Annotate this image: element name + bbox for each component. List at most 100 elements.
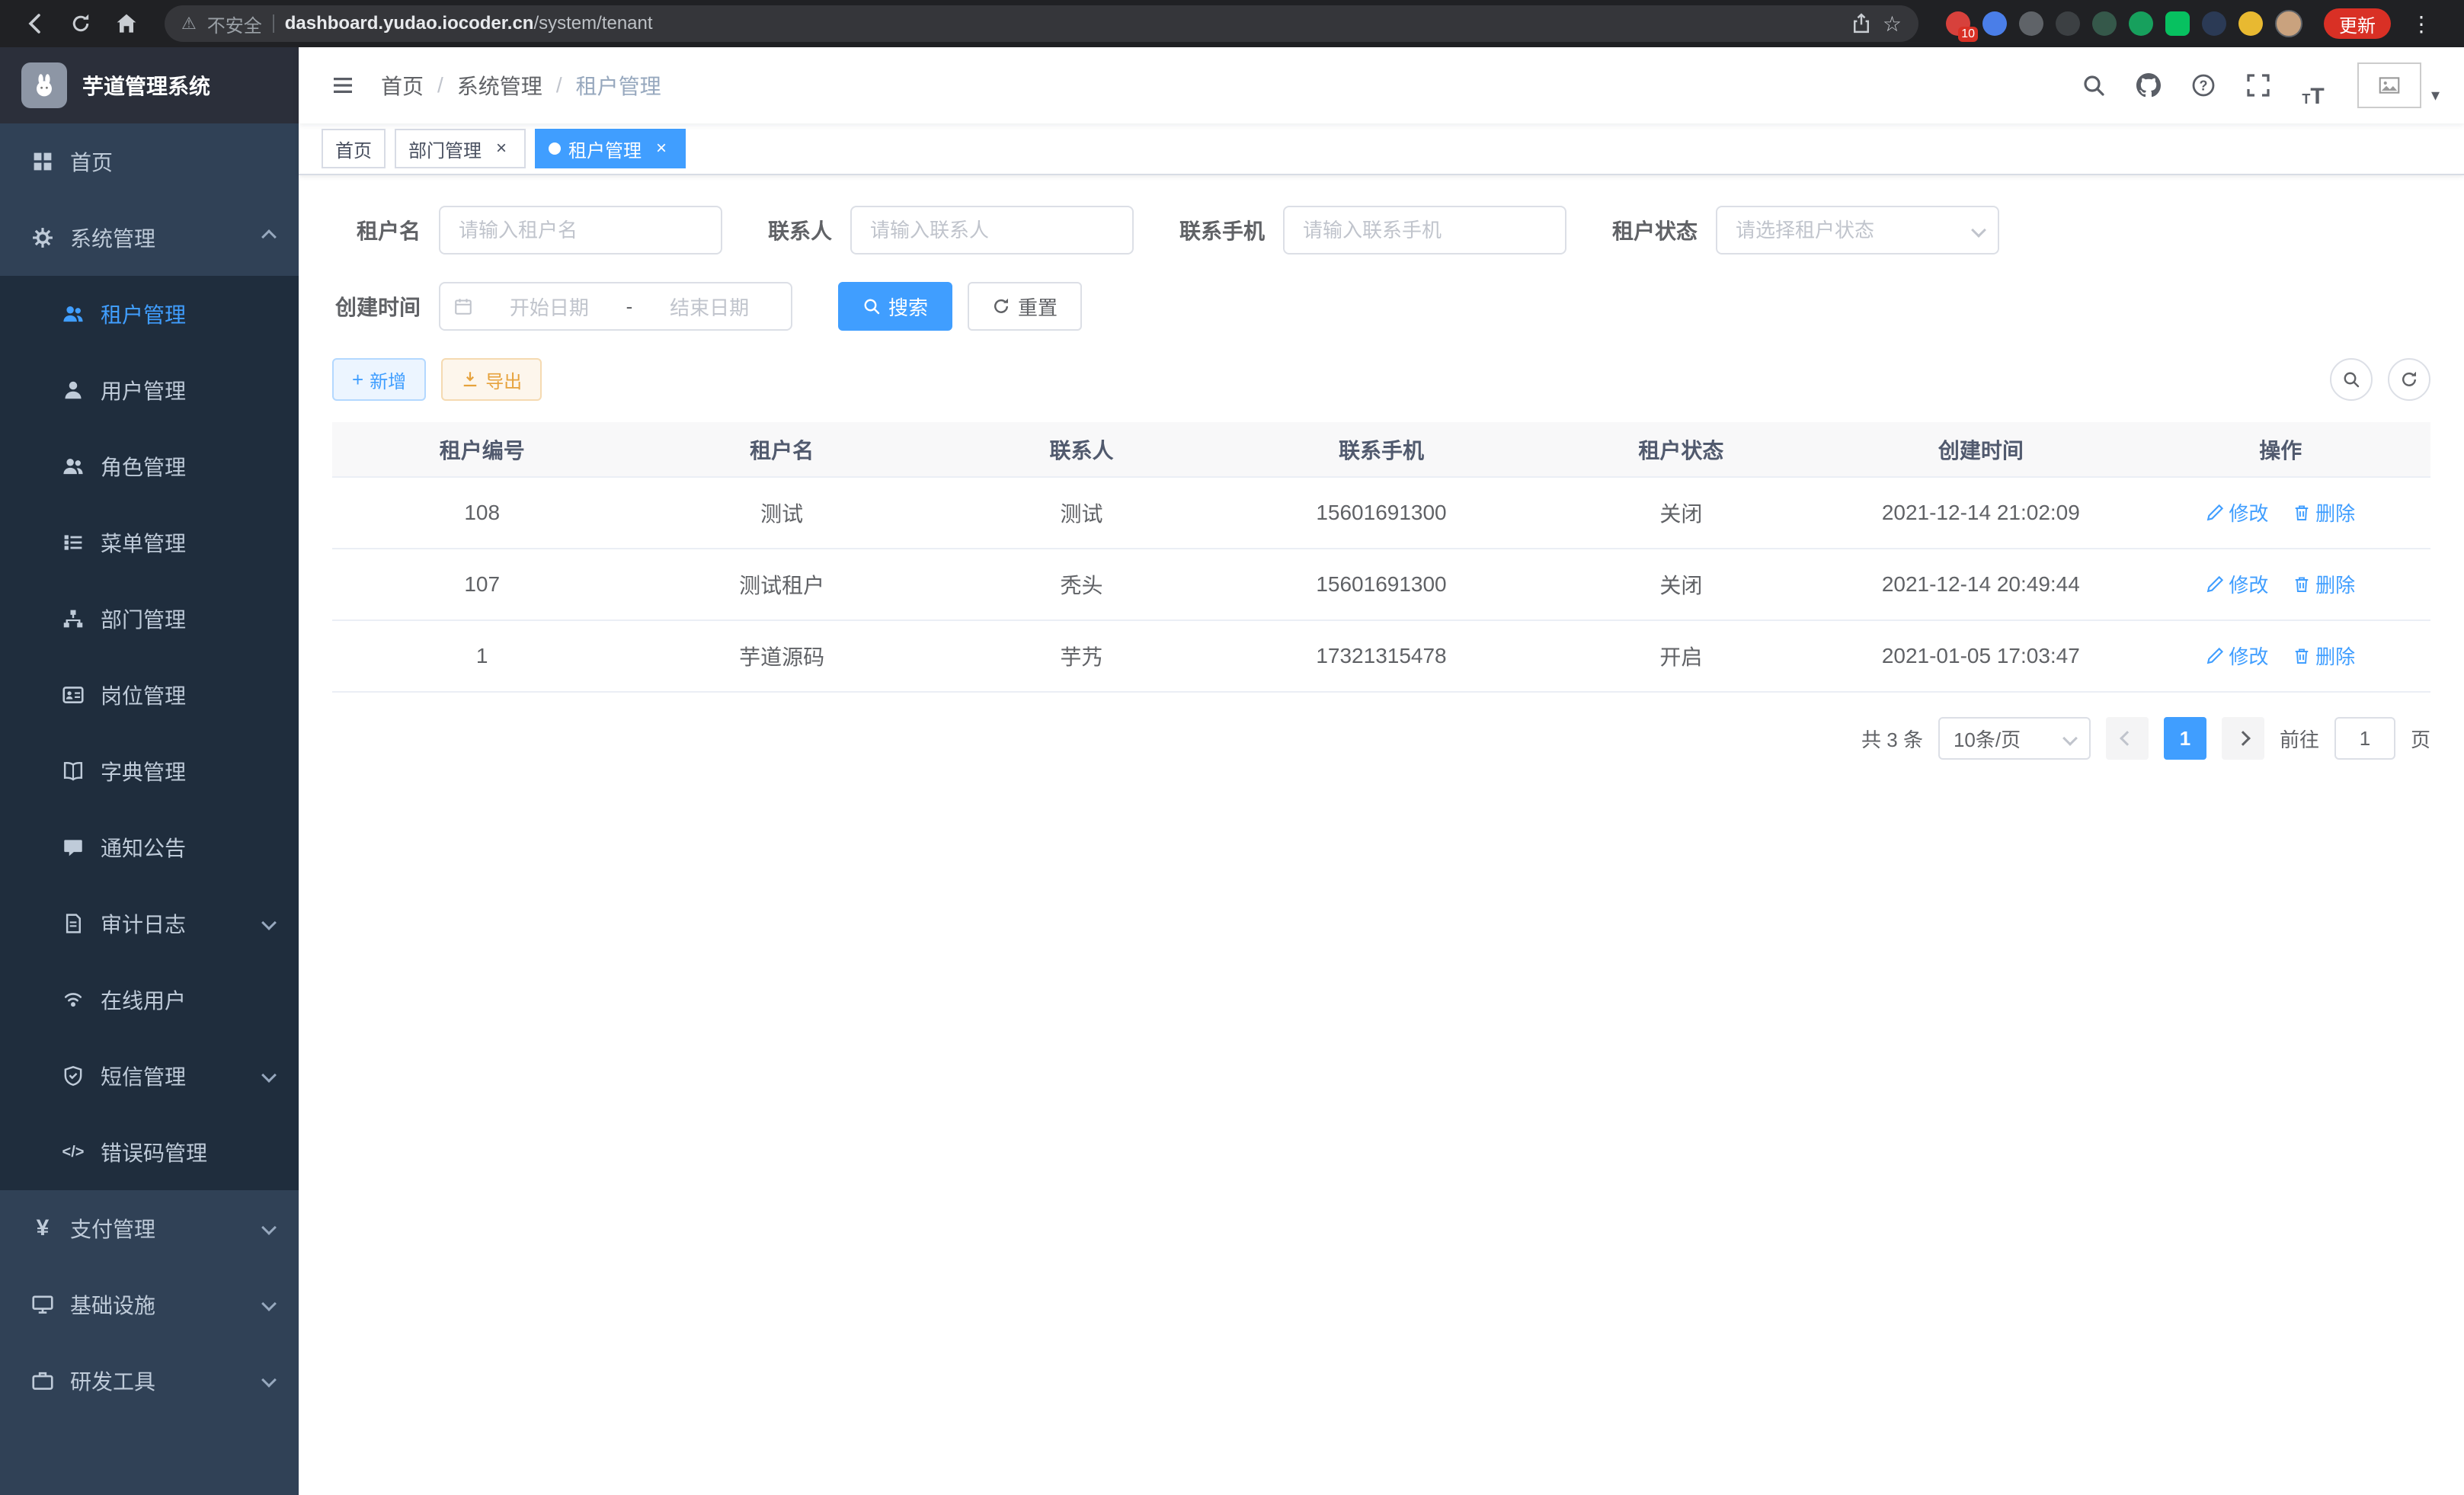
delete-link[interactable]: 删除: [2293, 570, 2355, 598]
add-button[interactable]: + 新增: [332, 358, 426, 401]
next-page-button[interactable]: [2222, 717, 2264, 760]
refresh-table-button[interactable]: [2388, 358, 2430, 401]
breadcrumb-home[interactable]: 首页: [381, 70, 424, 101]
date-range-picker[interactable]: 开始日期 - 结束日期: [439, 282, 792, 331]
sidebar-item-error-code[interactable]: </> 错误码管理: [0, 1114, 299, 1190]
dictionary-icon: [61, 759, 85, 783]
fullscreen-icon[interactable]: [2235, 62, 2281, 108]
delete-link[interactable]: 删除: [2293, 642, 2355, 670]
top-navbar: 首页 / 系统管理 / 租户管理 TT ▾: [299, 47, 2464, 123]
current-page-button[interactable]: 1: [2164, 717, 2206, 760]
reload-button[interactable]: [61, 4, 101, 43]
extension-icon-7[interactable]: [2165, 11, 2190, 36]
font-size-icon[interactable]: TT: [2290, 62, 2336, 108]
tab-tenant[interactable]: 租户管理 ×: [535, 129, 686, 168]
goto-page-input[interactable]: [2334, 717, 2395, 760]
extension-icon-6[interactable]: [2129, 11, 2153, 36]
chevron-down-icon: [261, 1220, 277, 1235]
sidebar-item-notice[interactable]: 通知公告: [0, 809, 299, 885]
app-logo[interactable]: 芋道管理系统: [0, 47, 299, 123]
sidebar-item-user[interactable]: 用户管理: [0, 352, 299, 428]
column-header-created: 创建时间: [1831, 422, 2130, 477]
share-icon[interactable]: [1851, 13, 1872, 34]
extension-icon-4[interactable]: [2056, 11, 2080, 36]
tab-dept[interactable]: 部门管理 ×: [395, 129, 526, 168]
sidebar-item-label: 首页: [70, 146, 113, 177]
sidebar-item-label: 基础设施: [70, 1289, 155, 1320]
close-icon[interactable]: ×: [651, 138, 672, 159]
toggle-search-button[interactable]: [2330, 358, 2373, 401]
end-date-placeholder[interactable]: 结束日期: [642, 293, 777, 321]
extension-icon-2[interactable]: [1982, 11, 2007, 36]
close-icon[interactable]: ×: [491, 138, 512, 159]
error-code-icon: </>: [61, 1140, 85, 1164]
browser-chrome: ⚠ 不安全 dashboard.yudao.iocoder.cn/system/…: [0, 0, 2464, 47]
edit-link[interactable]: 修改: [2206, 498, 2268, 527]
export-button[interactable]: 导出: [441, 358, 542, 401]
cell-status: 关闭: [1531, 549, 1831, 620]
header-search-icon[interactable]: [2071, 62, 2117, 108]
search-button[interactable]: 搜索: [838, 282, 952, 331]
sidebar-item-dept[interactable]: 部门管理: [0, 581, 299, 657]
goto-label: 前往: [2280, 725, 2319, 753]
breadcrumb-system[interactable]: 系统管理: [457, 70, 542, 101]
sidebar-item-dict[interactable]: 字典管理: [0, 733, 299, 809]
sidebar-item-tenant[interactable]: 租户管理: [0, 276, 299, 352]
sidebar-item-infrastructure[interactable]: 基础设施: [0, 1266, 299, 1343]
bookmark-star-icon[interactable]: ☆: [1883, 11, 1902, 37]
sidebar-item-role[interactable]: 角色管理: [0, 428, 299, 504]
security-label: 不安全: [207, 11, 262, 37]
prev-page-button[interactable]: [2106, 717, 2149, 760]
extension-icon-8[interactable]: [2202, 11, 2226, 36]
roles-icon: [61, 454, 85, 479]
tenant-name-input[interactable]: [439, 206, 722, 255]
trash-icon: [2293, 504, 2311, 522]
extension-icon-5[interactable]: [2092, 11, 2117, 36]
phone-input[interactable]: [1283, 206, 1566, 255]
sidebar-item-system[interactable]: 系统管理: [0, 200, 299, 276]
cell-name: 芋道源码: [632, 620, 931, 692]
sidebar-item-home[interactable]: 首页: [0, 123, 299, 200]
sidebar-item-payment[interactable]: ¥ 支付管理: [0, 1190, 299, 1266]
extension-icon-3[interactable]: [2019, 11, 2043, 36]
edit-link[interactable]: 修改: [2206, 642, 2268, 670]
sidebar-item-sms[interactable]: 短信管理: [0, 1038, 299, 1114]
extension-icon-1[interactable]: 10: [1946, 11, 1970, 36]
home-button[interactable]: [107, 4, 146, 43]
sidebar-item-label: 系统管理: [70, 222, 155, 253]
help-icon[interactable]: [2181, 62, 2226, 108]
github-icon[interactable]: [2126, 62, 2171, 108]
contact-input[interactable]: [850, 206, 1134, 255]
status-select[interactable]: [1716, 206, 1999, 255]
browser-menu-icon[interactable]: ⋮: [2403, 11, 2440, 37]
delete-link[interactable]: 删除: [2293, 498, 2355, 527]
sidebar-item-label: 部门管理: [101, 603, 186, 634]
page-size-select[interactable]: 10条/页: [1938, 717, 2091, 760]
reset-button[interactable]: 重置: [968, 282, 1082, 331]
address-bar[interactable]: ⚠ 不安全 dashboard.yudao.iocoder.cn/system/…: [165, 5, 1918, 42]
sidebar-item-online-users[interactable]: 在线用户: [0, 962, 299, 1038]
chevron-down-icon: [2062, 731, 2078, 746]
back-button[interactable]: [15, 4, 55, 43]
chevron-up-icon: [261, 229, 277, 245]
extension-icon-9[interactable]: [2238, 11, 2263, 36]
menu-list-icon: [61, 530, 85, 555]
sidebar-item-label: 用户管理: [101, 375, 186, 405]
start-date-placeholder[interactable]: 开始日期: [482, 293, 617, 321]
cell-name: 测试租户: [632, 549, 931, 620]
user-icon: [61, 378, 85, 402]
sidebar-collapse-button[interactable]: [320, 62, 366, 108]
edit-link[interactable]: 修改: [2206, 570, 2268, 598]
sidebar-item-label: 错误码管理: [101, 1137, 207, 1167]
browser-profile-avatar[interactable]: [2275, 10, 2302, 37]
sidebar-item-menu[interactable]: 菜单管理: [0, 504, 299, 581]
cell-id: 107: [332, 549, 632, 620]
user-avatar-dropdown[interactable]: ▾: [2357, 62, 2421, 108]
table-row: 1 芋道源码 芋艿 17321315478 开启 2021-01-05 17:0…: [332, 620, 2430, 692]
browser-update-button[interactable]: 更新: [2324, 8, 2391, 39]
sidebar-item-post[interactable]: 岗位管理: [0, 657, 299, 733]
tab-home[interactable]: 首页: [322, 129, 386, 168]
cell-contact: 秃头: [932, 549, 1231, 620]
sidebar-item-audit-log[interactable]: 审计日志: [0, 885, 299, 962]
sidebar-item-devtools[interactable]: 研发工具: [0, 1343, 299, 1419]
